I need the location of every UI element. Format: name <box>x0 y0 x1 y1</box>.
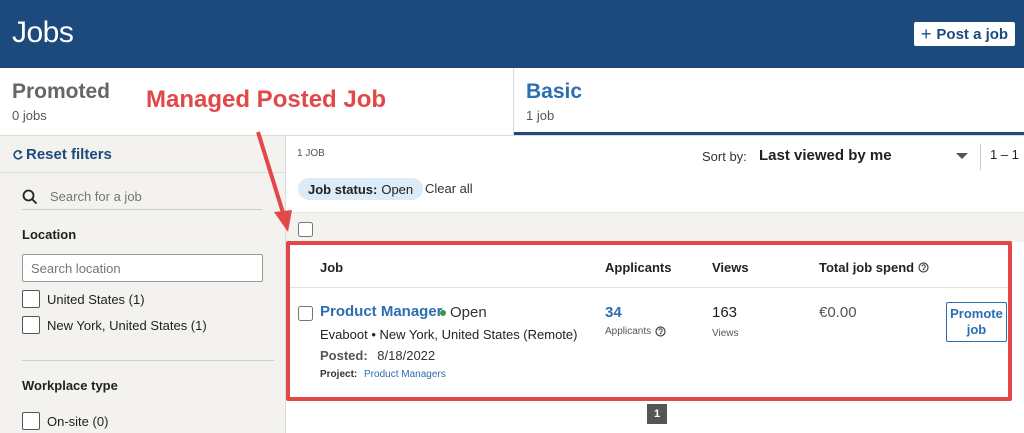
workplace-type-heading: Workplace type <box>22 378 118 393</box>
annotation-arrow-icon <box>256 131 292 232</box>
job-search <box>22 184 262 210</box>
job-status: Open <box>440 304 487 321</box>
divider <box>290 287 1008 288</box>
chip-value: Open <box>381 181 414 197</box>
row-checkbox[interactable] <box>298 306 313 321</box>
applicants-count-link[interactable]: 34 <box>605 304 622 321</box>
post-job-label: Post a job <box>936 25 1009 43</box>
chip-key: Job status: <box>308 181 378 197</box>
posted-date: Posted: 8/18/2022 <box>320 348 435 363</box>
tab-promoted-count: 0 jobs <box>12 108 47 123</box>
posted-date-value: 8/18/2022 <box>377 348 436 363</box>
annotation-label: Managed Posted Job <box>146 86 387 113</box>
search-icon <box>22 189 38 204</box>
column-header-spend: Total job spend <box>819 260 929 275</box>
promote-label-line1: Promote <box>950 306 1003 321</box>
location-search-input[interactable] <box>22 254 263 282</box>
project: Project: Product Managers <box>320 369 446 380</box>
job-search-input[interactable] <box>50 189 250 204</box>
pagination-page-button[interactable]: 1 <box>647 404 667 424</box>
posted-label: Posted: <box>320 348 368 363</box>
location-option-label: United States (1) <box>47 291 145 307</box>
job-location: New York, United States (Remote) <box>379 327 578 342</box>
job-company-location: Evaboot • New York, United States (Remot… <box>320 327 577 342</box>
tab-basic[interactable]: Basic 1 job <box>514 68 1024 135</box>
clear-all-button[interactable]: Clear all <box>425 181 473 196</box>
result-range: 1 – 1 <box>990 147 1019 162</box>
reset-filters-link[interactable]: Reset filters <box>12 146 112 163</box>
info-icon[interactable] <box>655 326 666 337</box>
divider <box>22 360 274 361</box>
info-icon[interactable] <box>918 262 929 273</box>
select-all-checkbox[interactable] <box>298 222 313 237</box>
tab-basic-count: 1 job <box>526 108 555 123</box>
page-title: Jobs <box>12 16 74 49</box>
location-option-label: New York, United States (1) <box>47 317 207 333</box>
column-header-job: Job <box>320 260 344 275</box>
reset-filters-label: Reset filters <box>26 146 112 163</box>
location-option[interactable]: New York, United States (1) <box>22 316 207 334</box>
status-dot-icon <box>440 309 446 316</box>
post-job-button[interactable]: + Post a job <box>914 22 1015 46</box>
divider <box>980 144 981 170</box>
location-option[interactable]: United States (1) <box>22 290 145 308</box>
workplace-option[interactable]: On-site (0) <box>22 412 108 430</box>
tab-basic-label: Basic <box>526 80 583 103</box>
job-spend: €0.00 <box>819 304 857 321</box>
applicants-label: Applicants <box>605 326 652 337</box>
workplace-option-label: On-site (0) <box>47 413 109 429</box>
top-bar: Jobs + Post a job <box>0 0 1024 68</box>
chevron-down-icon[interactable] <box>956 153 968 159</box>
checkbox[interactable] <box>22 290 40 308</box>
sort-dropdown[interactable]: Last viewed by me <box>759 147 892 164</box>
applicants-sub: Applicants <box>605 326 666 337</box>
bullet-separator: • <box>371 327 380 342</box>
column-header-views: Views <box>712 260 749 275</box>
project-label: Project: <box>320 369 358 380</box>
project-link[interactable]: Product Managers <box>364 369 446 380</box>
location-heading: Location <box>22 227 77 242</box>
tab-promoted-label: Promoted <box>12 80 111 103</box>
promote-label-line2: job <box>966 322 987 337</box>
results-panel: 1 JOB Sort by: Last viewed by me 1 – 1 J… <box>286 136 1024 433</box>
table-toolbar <box>286 212 1024 242</box>
checkbox[interactable] <box>22 316 40 334</box>
job-title-link[interactable]: Product Manager <box>320 303 443 320</box>
plus-icon: + <box>920 24 932 44</box>
job-status-filter-chip[interactable]: Job status: Open <box>298 178 424 200</box>
views-label: Views <box>712 328 739 339</box>
column-header-spend-label: Total job spend <box>819 260 915 275</box>
refresh-icon <box>13 149 23 160</box>
job-status-label: Open <box>450 304 487 321</box>
company-name: Evaboot <box>320 327 368 342</box>
checkbox[interactable] <box>22 412 40 430</box>
column-header-applicants: Applicants <box>605 260 672 275</box>
sort-label: Sort by: <box>702 149 747 164</box>
result-count: 1 JOB <box>297 148 325 159</box>
promote-job-button[interactable]: Promote job <box>946 302 1007 342</box>
views-count: 163 <box>712 304 738 321</box>
